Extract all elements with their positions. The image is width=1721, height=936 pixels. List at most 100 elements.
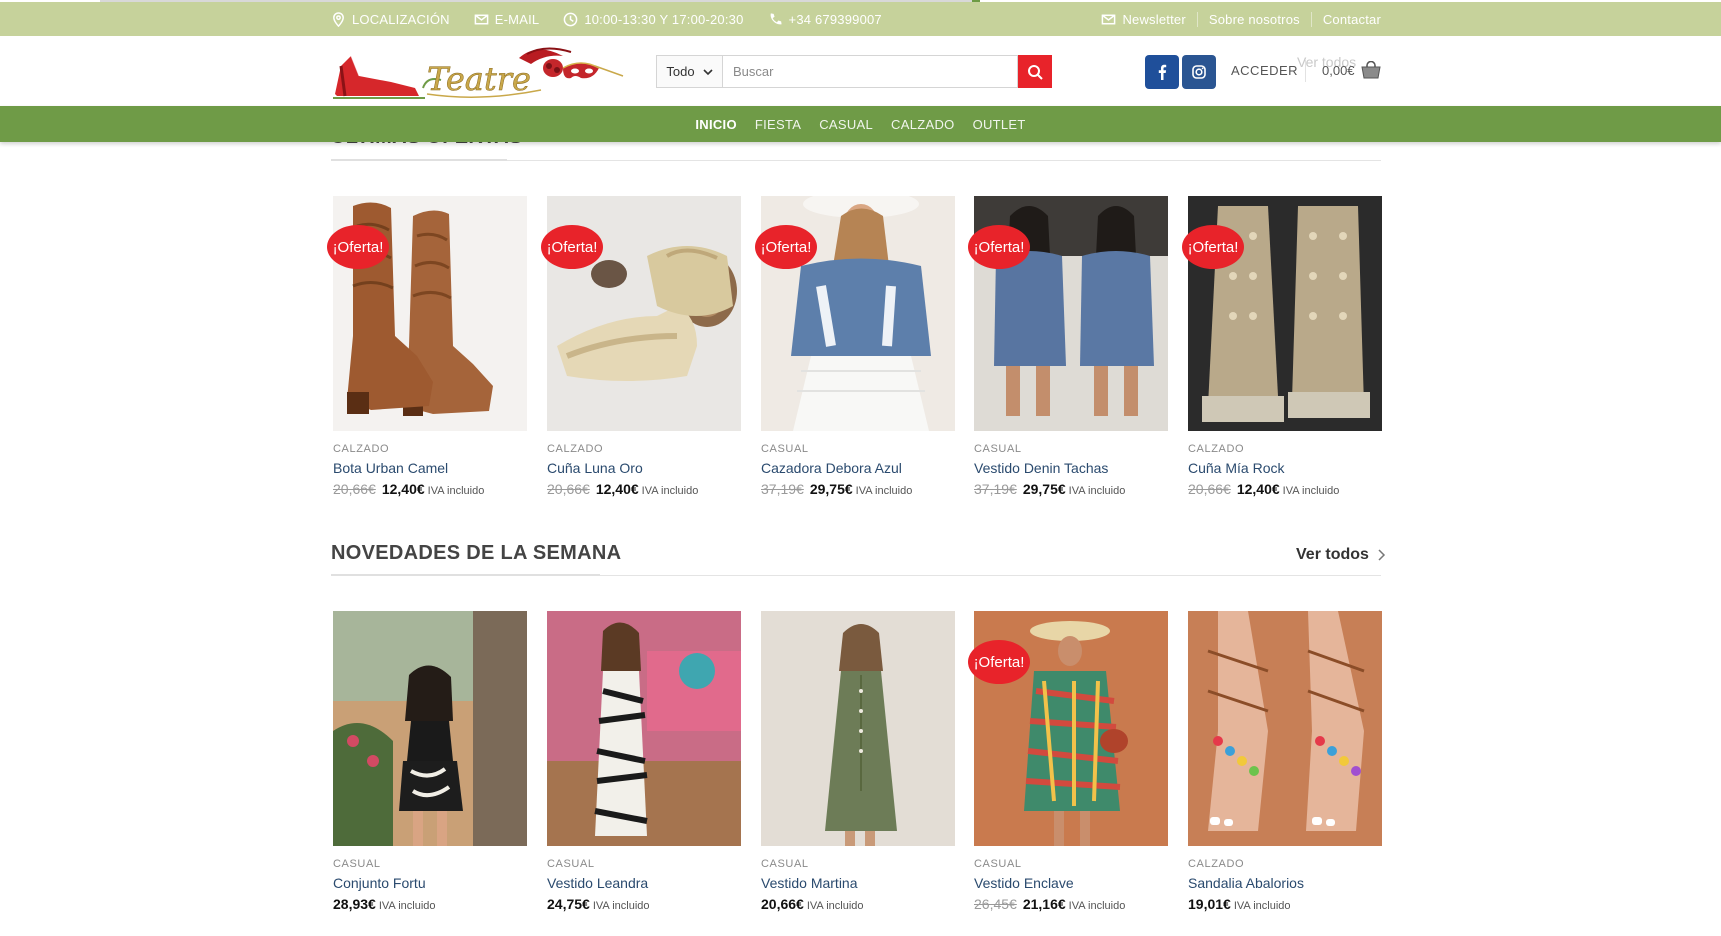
product-tax-note: IVA incluido [378, 900, 436, 912]
instagram-button[interactable] [1182, 55, 1216, 89]
product-tax-note: IVA incluido [427, 485, 485, 497]
header-divider [1305, 60, 1306, 82]
location-label: LOCALIZACIÓN [352, 11, 450, 27]
product-image[interactable] [1188, 611, 1382, 846]
product-price: 19,01€ IVA incluido [1188, 896, 1382, 912]
product-image[interactable] [547, 611, 741, 846]
product-current-price: 19,01€ [1188, 896, 1231, 912]
newsletter-link[interactable]: Newsletter [1090, 12, 1196, 27]
sale-badge: ¡Oferta! [1182, 225, 1244, 269]
product-category: CALZADO [333, 443, 390, 455]
product-card[interactable]: ¡Oferta! CALZADO Cuña Luna Oro 20,66€ 12… [541, 196, 741, 497]
chevron-right-icon [1378, 549, 1385, 561]
product-name-link[interactable]: Cuña Mía Rock [1188, 460, 1382, 476]
nav-item-casual[interactable]: CASUAL [819, 117, 873, 132]
phone-link[interactable]: +34 679399007 [768, 12, 882, 27]
product-old-price: 26,45€ [974, 896, 1017, 912]
product-category: CALZADO [547, 443, 604, 455]
product-card[interactable]: ¡Oferta! CALZADO Cuña Mía Rock 20,66€ 12… [1182, 196, 1382, 497]
clock-icon [563, 12, 578, 26]
product-category: CASUAL [547, 858, 595, 870]
product-price: 20,66€ IVA incluido [761, 896, 955, 912]
email-link[interactable]: E-MAIL [474, 12, 540, 27]
product-name-link[interactable]: Cuña Luna Oro [547, 460, 741, 476]
product-category: CALZADO [1188, 443, 1245, 455]
nav-item-fiesta[interactable]: FIESTA [755, 117, 801, 132]
facebook-icon [1158, 64, 1167, 80]
search-form: Todo [656, 55, 1052, 88]
location-icon [333, 11, 344, 27]
product-category: CALZADO [1188, 858, 1245, 870]
product-old-price: 20,66€ [1188, 481, 1231, 497]
product-category: CASUAL [761, 858, 809, 870]
product-tax-note: IVA incluido [806, 900, 864, 912]
about-link[interactable]: Sobre nosotros [1196, 11, 1311, 27]
product-price: 20,66€ 12,40€ IVA incluido [1188, 481, 1382, 497]
product-card[interactable]: ¡Oferta! CASUAL Cazadora Debora Azul 37,… [755, 196, 955, 497]
product-price: 37,19€ 29,75€ IVA incluido [761, 481, 955, 497]
facebook-button[interactable] [1145, 55, 1179, 89]
search-input[interactable] [722, 55, 1018, 88]
product-name-link[interactable]: Vestido Enclave [974, 875, 1168, 891]
product-old-price: 37,19€ [761, 481, 804, 497]
product-price: 37,19€ 29,75€ IVA incluido [974, 481, 1168, 497]
instagram-icon [1192, 65, 1206, 79]
top-bar: LOCALIZACIÓN E-MAIL 10:00-13:30 Y 17:00-… [0, 2, 1721, 36]
product-card[interactable]: ¡Oferta! CASUAL Vestido Denin Tachas 37,… [968, 196, 1168, 497]
section-underline-ofertas [331, 159, 507, 161]
product-name-link[interactable]: Conjunto Fortu [333, 875, 527, 891]
product-name-link[interactable]: Bota Urban Camel [333, 460, 527, 476]
nav-item-outlet[interactable]: OUTLET [973, 117, 1026, 132]
product-photo [761, 611, 955, 846]
hours-link[interactable]: 10:00-13:30 Y 17:00-20:30 [563, 12, 743, 27]
section-title-novedades: NOVEDADES DE LA SEMANA [331, 542, 622, 564]
site-logo[interactable]: Teatre [331, 46, 627, 100]
product-photo [1188, 611, 1382, 846]
product-price: 20,66€ 12,40€ IVA incluido [547, 481, 741, 497]
newsletter-label: Newsletter [1122, 11, 1186, 27]
product-tax-note: IVA incluido [641, 485, 699, 497]
product-tax-note: IVA incluido [1233, 900, 1291, 912]
product-old-price: 37,19€ [974, 481, 1017, 497]
svg-text:Teatre: Teatre [427, 60, 531, 98]
see-all-label: Ver todos [1296, 546, 1369, 563]
see-all-link[interactable]: Ver todos [1296, 546, 1386, 564]
cart-button[interactable]: 0,00€ [1322, 61, 1381, 79]
product-card[interactable]: CALZADO Sandalia Abalorios 19,01€ IVA in… [1188, 611, 1382, 912]
product-name-link[interactable]: Vestido Leandra [547, 875, 741, 891]
cart-total: 0,00€ [1322, 62, 1355, 78]
product-current-price: 12,40€ [595, 481, 639, 497]
product-category: CASUAL [974, 858, 1022, 870]
product-name-link[interactable]: Sandalia Abalorios [1188, 875, 1382, 891]
product-tax-note: IVA incluido [592, 900, 650, 912]
product-name-link[interactable]: Vestido Denin Tachas [974, 460, 1168, 476]
product-image[interactable] [333, 611, 527, 846]
product-card[interactable]: ¡Oferta! CALZADO Bota Urban Camel 20,66€… [327, 196, 527, 497]
nav-item-inicio[interactable]: INICIO [695, 117, 737, 132]
product-price: 24,75€ IVA incluido [547, 896, 741, 912]
product-card[interactable]: CASUAL Vestido Leandra 24,75€ IVA inclui… [547, 611, 741, 912]
product-card[interactable]: CASUAL Vestido Martina 20,66€ IVA inclui… [761, 611, 955, 912]
contact-link[interactable]: Contactar [1310, 11, 1381, 27]
product-card[interactable]: ¡Oferta! CASUAL Vestido Enclave 26,45€ 2… [968, 611, 1168, 912]
about-label: Sobre nosotros [1208, 11, 1300, 27]
shopping-bag-icon [1360, 61, 1381, 79]
header: Teatre Todo ACCEDER Ver todo [0, 36, 1721, 106]
product-image[interactable] [761, 611, 955, 846]
top-bar-right: Newsletter Sobre nosotros Contactar [1090, 11, 1381, 27]
product-current-price: 12,40€ [381, 481, 425, 497]
product-current-price: 29,75€ [809, 481, 853, 497]
search-category-select[interactable]: Todo [656, 55, 722, 88]
sale-badge: ¡Oferta! [327, 225, 389, 269]
product-card[interactable]: CASUAL Conjunto Fortu 28,93€ IVA incluid… [333, 611, 527, 912]
search-button[interactable] [1018, 55, 1052, 88]
chevron-down-icon [703, 68, 713, 75]
nav-item-calzado[interactable]: CALZADO [891, 117, 955, 132]
sale-badge: ¡Oferta! [968, 640, 1030, 684]
login-link[interactable]: ACCEDER [1231, 63, 1298, 78]
product-name-link[interactable]: Cazadora Debora Azul [761, 460, 955, 476]
location-link[interactable]: LOCALIZACIÓN [331, 12, 450, 27]
product-tax-note: IVA incluido [855, 485, 913, 497]
phone-label: +34 679399007 [788, 11, 882, 27]
product-name-link[interactable]: Vestido Martina [761, 875, 955, 891]
